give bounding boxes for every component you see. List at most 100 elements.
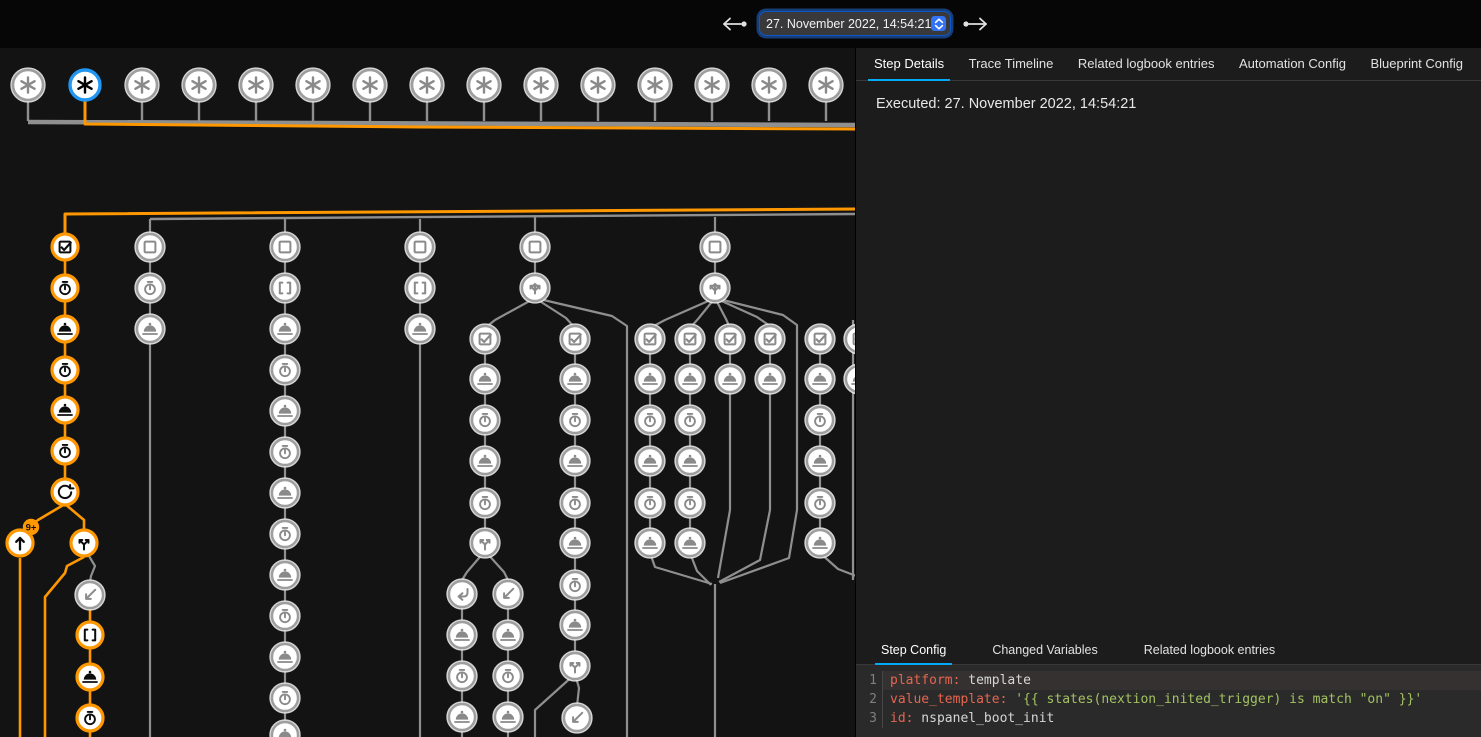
tab-blueprint-config[interactable]: Blueprint Config xyxy=(1364,48,1469,81)
graph-node-service-bell[interactable] xyxy=(77,664,103,690)
graph-node-service-bell[interactable] xyxy=(493,620,523,650)
graph-node-checkbox-marked[interactable] xyxy=(715,324,745,354)
graph-node-timer[interactable] xyxy=(493,661,523,691)
graph-node-repeat[interactable] xyxy=(52,479,78,505)
graph-node-service-bell[interactable] xyxy=(470,446,500,476)
graph-node-checkbox-marked[interactable] xyxy=(52,234,78,260)
graph-node-asterisk[interactable] xyxy=(467,68,501,102)
tab-changed-variables[interactable]: Changed Variables xyxy=(986,637,1103,665)
graph-node-service-bell[interactable] xyxy=(470,364,500,394)
graph-node-asterisk[interactable] xyxy=(695,68,729,102)
graph-node-brackets[interactable] xyxy=(405,273,435,303)
graph-node-service-bell[interactable] xyxy=(560,610,590,640)
graph-node-service-bell[interactable] xyxy=(755,364,785,394)
graph-node-arrow-decision[interactable] xyxy=(520,273,550,303)
graph-node-service-bell[interactable] xyxy=(270,642,300,672)
graph-node-service-bell[interactable] xyxy=(270,478,300,508)
graph-node-timer[interactable] xyxy=(635,405,665,435)
graph-node-service-bell[interactable] xyxy=(270,720,300,737)
graph-node-service-bell[interactable] xyxy=(805,364,835,394)
graph-node-timer[interactable] xyxy=(675,488,705,518)
graph-node-checkbox-marked[interactable] xyxy=(560,324,590,354)
graph-node-service-bell[interactable] xyxy=(675,364,705,394)
graph-node-checkbox-marked[interactable] xyxy=(844,324,855,354)
graph-node-timer[interactable] xyxy=(270,683,300,713)
graph-node-asterisk[interactable] xyxy=(353,68,387,102)
graph-node-call-split[interactable] xyxy=(470,528,500,558)
graph-node-asterisk[interactable] xyxy=(70,70,100,100)
graph-node-service-bell[interactable] xyxy=(447,702,477,732)
graph-node-timer[interactable] xyxy=(470,405,500,435)
graph-node-asterisk[interactable] xyxy=(410,68,444,102)
graph-node-service-bell[interactable] xyxy=(635,446,665,476)
graph-node-timer[interactable] xyxy=(52,438,78,464)
graph-node-arrow-bottom-left[interactable] xyxy=(75,580,105,610)
graph-node-asterisk[interactable] xyxy=(524,68,558,102)
graph-node-call-split[interactable] xyxy=(71,530,97,556)
graph-node-asterisk[interactable] xyxy=(296,68,330,102)
graph-node-service-bell[interactable] xyxy=(635,528,665,558)
graph-node-timer[interactable] xyxy=(270,601,300,631)
graph-node-service-bell[interactable] xyxy=(405,314,435,344)
graph-node-checkbox-blank[interactable] xyxy=(405,232,435,262)
graph-node-timer[interactable] xyxy=(270,355,300,385)
run-select[interactable]: 27. November 2022, 14:54:21 xyxy=(760,12,950,35)
graph-node-call-split[interactable] xyxy=(560,651,590,681)
graph-node-checkbox-marked[interactable] xyxy=(470,324,500,354)
graph-node-timer[interactable] xyxy=(447,661,477,691)
yaml-editor[interactable]: 123 platform: templatevalue_template: '{… xyxy=(856,665,1481,737)
graph-node-service-bell[interactable] xyxy=(675,528,705,558)
graph-node-service-bell[interactable] xyxy=(675,446,705,476)
graph-node-asterisk[interactable] xyxy=(809,68,843,102)
graph-node-service-bell[interactable] xyxy=(270,560,300,590)
graph-node-asterisk[interactable] xyxy=(125,68,159,102)
graph-node-service-bell[interactable] xyxy=(805,528,835,558)
graph-node-checkbox-blank[interactable] xyxy=(700,232,730,262)
tab-step-config[interactable]: Step Config xyxy=(875,637,952,665)
tab-related-logbook-entries-2[interactable]: Related logbook entries xyxy=(1138,637,1281,665)
next-run-icon[interactable] xyxy=(960,17,990,31)
graph-node-arrow-bottom-left[interactable] xyxy=(562,703,592,733)
graph-node-arrow-decision[interactable] xyxy=(700,273,730,303)
graph-node-timer[interactable] xyxy=(270,519,300,549)
graph-node-timer[interactable] xyxy=(560,570,590,600)
graph-node-brackets[interactable] xyxy=(270,273,300,303)
graph-node-timer[interactable] xyxy=(560,488,590,518)
graph-node-timer[interactable] xyxy=(470,488,500,518)
graph-node-service-bell[interactable] xyxy=(635,364,665,394)
graph-node-service-bell[interactable] xyxy=(560,364,590,394)
graph-node-checkbox-marked[interactable] xyxy=(755,324,785,354)
graph-node-arrow-bottom-left[interactable] xyxy=(493,579,523,609)
graph-node-service-bell[interactable] xyxy=(844,364,855,394)
graph-node-timer[interactable] xyxy=(270,437,300,467)
graph-node-service-bell[interactable] xyxy=(52,397,78,423)
graph-node-timer[interactable] xyxy=(635,488,665,518)
graph-node-asterisk[interactable] xyxy=(752,68,786,102)
graph-node-checkbox-blank[interactable] xyxy=(135,232,165,262)
graph-node-timer[interactable] xyxy=(805,405,835,435)
graph-node-service-bell[interactable] xyxy=(52,316,78,342)
graph-node-timer[interactable] xyxy=(77,705,103,731)
graph-node-timer[interactable] xyxy=(52,357,78,383)
graph-node-timer[interactable] xyxy=(560,405,590,435)
graph-node-timer[interactable] xyxy=(805,488,835,518)
previous-run-icon[interactable] xyxy=(720,17,750,31)
graph-node-checkbox-marked[interactable] xyxy=(675,324,705,354)
tab-trace-timeline[interactable]: Trace Timeline xyxy=(963,48,1060,81)
graph-node-service-bell[interactable] xyxy=(805,446,835,476)
graph-node-asterisk[interactable] xyxy=(581,68,615,102)
graph-node-asterisk[interactable] xyxy=(638,68,672,102)
graph-node-service-bell[interactable] xyxy=(560,446,590,476)
tab-automation-config[interactable]: Automation Config xyxy=(1233,48,1352,81)
graph-node-asterisk[interactable] xyxy=(182,68,216,102)
graph-node-asterisk[interactable] xyxy=(11,68,45,102)
graph-node-service-bell[interactable] xyxy=(270,314,300,344)
graph-node-timer[interactable] xyxy=(135,273,165,303)
graph-node-asterisk[interactable] xyxy=(239,68,273,102)
tab-step-details[interactable]: Step Details xyxy=(868,48,950,81)
graph-node-arrow-up[interactable]: 9+ xyxy=(7,519,39,556)
graph-node-service-bell[interactable] xyxy=(493,702,523,732)
graph-node-service-bell[interactable] xyxy=(135,314,165,344)
graph-node-checkbox-blank[interactable] xyxy=(520,232,550,262)
graph-node-checkbox-marked[interactable] xyxy=(635,324,665,354)
